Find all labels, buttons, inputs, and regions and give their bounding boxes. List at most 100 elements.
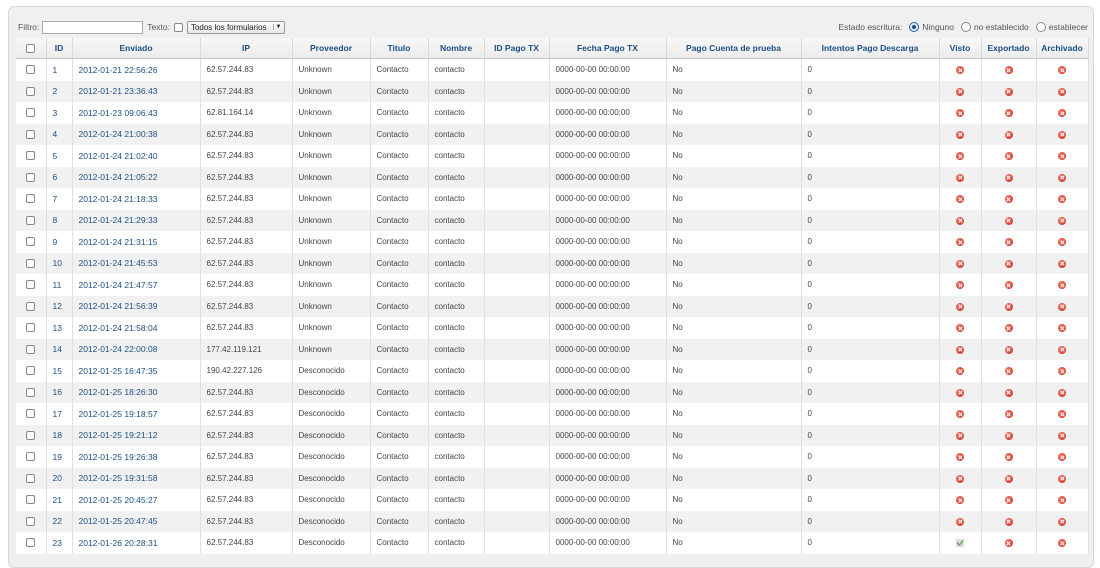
cell-enviado[interactable]: 2012-01-21 22:56:26 xyxy=(72,58,201,81)
cross-icon[interactable] xyxy=(1004,302,1013,311)
cell-id[interactable]: 18 xyxy=(46,424,73,446)
select-all-checkbox[interactable] xyxy=(26,44,36,54)
column-header[interactable]: Pago Cuenta de prueba xyxy=(666,38,802,59)
table-row[interactable]: 12 2012-01-24 21:56:39 62.57.244.83 Unknown… xyxy=(16,295,1089,317)
cross-icon[interactable] xyxy=(956,195,964,204)
table-row[interactable]: 8 2012-01-24 21:29:33 62.57.244.83 Unknown C… xyxy=(16,209,1089,231)
cross-icon[interactable] xyxy=(1004,367,1013,376)
table-row[interactable]: 4 2012-01-24 21:00:38 62.57.244.83 Unknown C… xyxy=(16,123,1089,145)
cross-icon[interactable] xyxy=(1004,345,1013,354)
cell-enviado[interactable]: 2012-01-24 21:02:40 xyxy=(72,145,201,167)
table-row[interactable]: 15 2012-01-25 16:47:35 190.42.227.126 Desco… xyxy=(16,360,1089,382)
cross-icon[interactable] xyxy=(1058,474,1066,483)
cell-id[interactable]: 16 xyxy=(46,381,73,403)
cross-icon[interactable] xyxy=(956,238,964,247)
row-checkbox[interactable] xyxy=(26,430,36,440)
cross-icon[interactable] xyxy=(956,453,964,462)
column-header[interactable]: ID Pago TX xyxy=(484,38,550,59)
cross-icon[interactable] xyxy=(956,496,964,505)
row-checkbox[interactable] xyxy=(26,344,36,354)
cell-id[interactable]: 19 xyxy=(46,446,73,468)
row-checkbox[interactable] xyxy=(26,129,36,139)
column-header[interactable]: Visto xyxy=(939,38,982,59)
row-checkbox[interactable] xyxy=(26,323,36,333)
row-checkbox[interactable] xyxy=(26,194,36,204)
column-header[interactable]: IP xyxy=(200,38,293,59)
state-radio-no-establecido[interactable] xyxy=(960,22,971,32)
row-checkbox[interactable] xyxy=(26,366,36,376)
cell-enviado[interactable]: 2012-01-25 19:21:12 xyxy=(72,424,201,446)
cross-icon[interactable] xyxy=(1004,109,1013,118)
cell-id[interactable]: 2 xyxy=(46,80,73,102)
cross-icon[interactable] xyxy=(1004,496,1013,505)
table-row[interactable]: 13 2012-01-24 21:58:04 62.57.244.83 Unknown… xyxy=(16,317,1089,339)
cell-id[interactable]: 17 xyxy=(46,403,73,425)
cell-enviado[interactable]: 2012-01-24 21:56:39 xyxy=(72,295,201,317)
column-header[interactable]: Enviado xyxy=(72,38,201,59)
row-checkbox[interactable] xyxy=(26,516,36,526)
cell-id[interactable]: 11 xyxy=(46,274,73,296)
table-row[interactable]: 11 2012-01-24 21:47:57 62.57.244.83 Unknown… xyxy=(16,274,1089,296)
cross-icon[interactable] xyxy=(1004,216,1013,225)
cross-icon[interactable] xyxy=(1004,474,1013,483)
cross-icon[interactable] xyxy=(1004,539,1013,548)
cross-icon[interactable] xyxy=(1058,410,1066,419)
row-checkbox[interactable] xyxy=(26,215,36,225)
cross-icon[interactable] xyxy=(1004,152,1013,161)
cell-id[interactable]: 23 xyxy=(46,532,73,554)
table-row[interactable]: 17 2012-01-25 19:18:57 62.57.244.83 Descono… xyxy=(16,403,1089,425)
table-row[interactable]: 23 2012-01-26 20:28:31 62.57.244.83 Descono… xyxy=(16,532,1089,554)
cell-enviado[interactable]: 2012-01-23 09:06:43 xyxy=(72,102,201,124)
table-row[interactable]: 19 2012-01-25 19:26:38 62.57.244.83 Descono… xyxy=(16,446,1089,468)
filter-input[interactable] xyxy=(42,20,144,34)
row-checkbox[interactable] xyxy=(26,258,36,268)
cross-icon[interactable] xyxy=(1058,367,1066,376)
table-row[interactable]: 10 2012-01-24 21:45:53 62.57.244.83 Unknown… xyxy=(16,252,1089,274)
cross-icon[interactable] xyxy=(956,216,964,225)
cross-icon[interactable] xyxy=(1058,496,1066,505)
cross-icon[interactable] xyxy=(1058,259,1066,268)
table-row[interactable]: 5 2012-01-24 21:02:40 62.57.244.83 Unknown C… xyxy=(16,145,1089,167)
cell-enviado[interactable]: 2012-01-24 21:31:15 xyxy=(72,231,201,253)
row-checkbox[interactable] xyxy=(26,301,36,311)
cross-icon[interactable] xyxy=(956,281,964,290)
row-checkbox[interactable] xyxy=(26,409,36,419)
cross-icon[interactable] xyxy=(1058,109,1066,118)
cross-icon[interactable] xyxy=(1004,281,1013,290)
cross-icon[interactable] xyxy=(1058,453,1066,462)
cell-enviado[interactable]: 2012-01-25 18:26:30 xyxy=(72,381,201,403)
row-checkbox[interactable] xyxy=(26,108,36,118)
form-select[interactable]: Todos los formularios ▼ xyxy=(186,20,286,34)
cell-id[interactable]: 13 xyxy=(46,317,73,339)
column-header[interactable]: Exportado xyxy=(981,38,1037,59)
cell-id[interactable]: 22 xyxy=(46,510,73,532)
cell-id[interactable]: 5 xyxy=(46,145,73,167)
cell-enviado[interactable]: 2012-01-24 21:47:57 xyxy=(72,274,201,296)
cross-icon[interactable] xyxy=(956,152,964,161)
row-checkbox[interactable] xyxy=(26,387,36,397)
cell-enviado[interactable]: 2012-01-24 21:58:04 xyxy=(72,317,201,339)
cross-icon[interactable] xyxy=(1058,345,1066,354)
cross-icon[interactable] xyxy=(1058,238,1066,247)
cell-id[interactable]: 1 xyxy=(46,58,73,81)
cell-id[interactable]: 3 xyxy=(46,102,73,124)
checkmark-icon[interactable] xyxy=(956,539,964,548)
cross-icon[interactable] xyxy=(1004,410,1013,419)
cell-enviado[interactable]: 2012-01-24 21:45:53 xyxy=(72,252,201,274)
cross-icon[interactable] xyxy=(1004,453,1013,462)
column-header[interactable]: Fecha Pago TX xyxy=(549,38,667,59)
cell-id[interactable]: 10 xyxy=(46,252,73,274)
table-row[interactable]: 14 2012-01-24 22:00:08 177.42.119.121 Unkno… xyxy=(16,338,1089,360)
cross-icon[interactable] xyxy=(1058,130,1066,139)
table-row[interactable]: 18 2012-01-25 19:21:12 62.57.244.83 Descono… xyxy=(16,424,1089,446)
table-row[interactable]: 7 2012-01-24 21:18:33 62.57.244.83 Unknown C… xyxy=(16,188,1089,210)
cell-enviado[interactable]: 2012-01-24 22:00:08 xyxy=(72,338,201,360)
cross-icon[interactable] xyxy=(1004,517,1013,526)
column-header[interactable]: Proveedor xyxy=(292,38,371,59)
cell-enviado[interactable]: 2012-01-25 19:26:38 xyxy=(72,446,201,468)
cell-enviado[interactable]: 2012-01-25 20:45:27 xyxy=(72,489,201,511)
cell-enviado[interactable]: 2012-01-26 20:28:31 xyxy=(72,532,201,554)
row-checkbox[interactable] xyxy=(26,237,36,247)
cross-icon[interactable] xyxy=(956,173,964,182)
cell-id[interactable]: 6 xyxy=(46,166,73,188)
